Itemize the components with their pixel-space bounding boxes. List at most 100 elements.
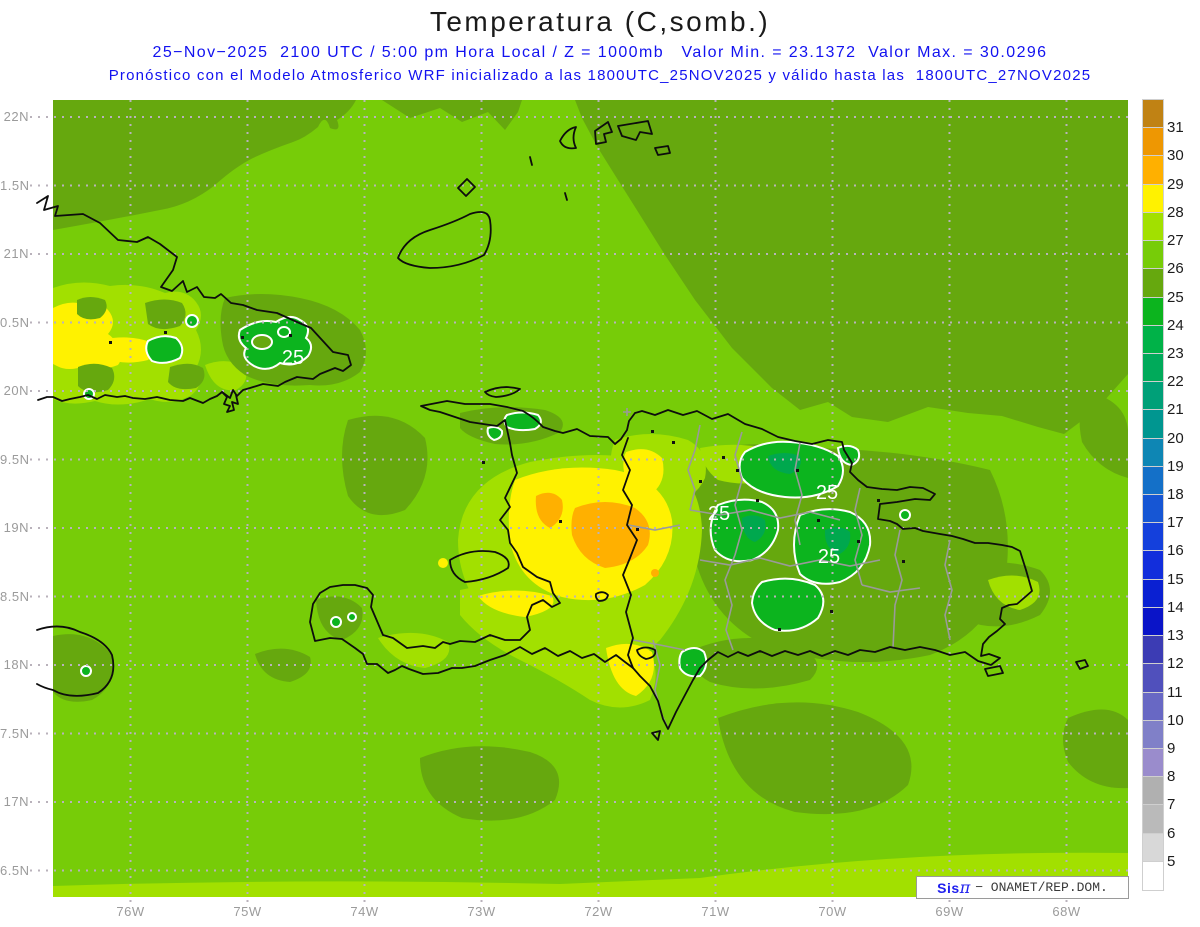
olive-patch [168, 363, 205, 390]
cool-patch [486, 426, 504, 442]
colorbar-tick-label: 7 [1167, 796, 1176, 814]
y-tick-label: 1.5N [0, 177, 30, 193]
station-dot [559, 520, 562, 523]
colorbar-tick-label: 31 [1167, 119, 1184, 137]
x-tick-label: 69W [935, 904, 964, 919]
cool-patch [347, 612, 357, 622]
colorbar-cell [1142, 381, 1164, 412]
colorbar-tick-label: 14 [1167, 598, 1184, 616]
station-dot [877, 499, 880, 502]
cool-patch-hole [251, 334, 273, 350]
credit-onamet-label: − ONAMET/REP.DOM. [975, 880, 1108, 895]
y-tick-label: 17N [3, 794, 29, 809]
colorbar-cell [1142, 240, 1164, 271]
colorbar-cell [1142, 804, 1164, 835]
orange-patch [651, 569, 659, 577]
colorbar-cell [1142, 296, 1164, 327]
weather-map-page: Temperatura (C,somb.) 25−Nov−2025 2100 U… [0, 0, 1200, 927]
cool-patch [678, 647, 708, 678]
station-dot [241, 336, 244, 339]
y-tick-label: 6.5N [0, 862, 30, 878]
colorbar-cell [1142, 550, 1164, 581]
station-dot [289, 334, 292, 337]
colorbar-cell [1142, 691, 1164, 722]
x-tick-label: 73W [467, 904, 496, 919]
colorbar-tick-label: 24 [1167, 316, 1184, 334]
station-dot [109, 341, 112, 344]
station-dot [722, 456, 725, 459]
station-dot [636, 528, 639, 531]
colorbar-cell [1142, 747, 1164, 779]
colorbar-tick-label: 15 [1167, 570, 1184, 588]
colorbar-tick-label: 27 [1167, 232, 1184, 250]
colorbar-cell [1142, 98, 1164, 130]
credit-sis-label: Sis [937, 879, 960, 896]
cool-patch [185, 314, 199, 328]
colorbar-tick-label: 11 [1167, 683, 1183, 701]
colorbar-tick-label: 10 [1167, 711, 1184, 729]
y-tick-label: 21N [3, 246, 29, 261]
station-dot [482, 461, 485, 464]
colorbar-tick-label: 22 [1167, 373, 1184, 391]
y-tick-label: 7.5N [0, 725, 30, 741]
colorbar-cell [1142, 860, 1164, 891]
station-dot [830, 610, 833, 613]
station-dot [736, 469, 739, 472]
colorbar-tick-label: 13 [1167, 627, 1184, 645]
yellow-patch [438, 558, 448, 568]
cool-patch [145, 335, 184, 364]
cool-patch [503, 411, 542, 432]
colorbar-tick-label: 9 [1167, 739, 1176, 757]
cool-patch [750, 577, 825, 632]
colorbar-cell [1142, 324, 1164, 355]
colorbar-cell [1142, 155, 1164, 186]
x-tick-label: 68W [1052, 904, 1081, 919]
y-tick-label: 18N [3, 657, 29, 672]
colorbar-tick-label: 5 [1167, 852, 1176, 870]
colorbar-cell [1142, 719, 1164, 750]
olive-patch [78, 363, 115, 393]
station-dot [796, 469, 799, 472]
colorbar-tick-label: 19 [1167, 457, 1184, 475]
y-tick-label: 22N [3, 109, 29, 124]
x-tick-label: 76W [116, 904, 145, 919]
colorbar-cell [1142, 493, 1164, 525]
temperature-map: 25 25 25 25 [30, 100, 1128, 903]
station-dot [857, 540, 860, 543]
station-dot [672, 441, 675, 444]
contour-label-25: 25 [282, 347, 304, 369]
y-tick-label: 9.5N [0, 451, 30, 467]
colorbar-tick-label: 6 [1167, 824, 1176, 842]
colorbar-tick-label: 25 [1167, 288, 1184, 306]
colorbar-cell [1142, 606, 1164, 638]
colorbar-cell [1142, 578, 1164, 609]
y-tick-label: 19N [3, 520, 29, 535]
x-tick-label: 74W [350, 904, 379, 919]
colorbar-tick-label: 18 [1167, 486, 1184, 503]
credit-box: Sis π − ONAMET/REP.DOM. [916, 876, 1129, 899]
contour-label-25: 25 [818, 546, 840, 568]
colorbar-cell [1142, 211, 1164, 243]
contour-label-25: 25 [816, 482, 838, 504]
cool-patch [80, 665, 92, 677]
colorbar-cell [1142, 127, 1164, 158]
colorbar-tick-label: 26 [1167, 260, 1184, 278]
station-dot [756, 499, 759, 502]
colorbar-cell [1142, 522, 1164, 553]
colorbar-cell [1142, 409, 1164, 440]
x-tick-label: 70W [818, 904, 847, 919]
station-dot [778, 628, 781, 631]
olive-patch [145, 299, 186, 330]
y-tick-label: 0.5N [0, 314, 30, 330]
colorbar-tick-label: 30 [1167, 147, 1184, 165]
station-dot [699, 480, 702, 483]
colorbar-tick-label: 16 [1167, 542, 1184, 560]
station-dot [817, 519, 820, 522]
pi-icon: π [959, 877, 971, 897]
cool-patch [899, 509, 911, 521]
colorbar-tick-label: 23 [1167, 344, 1184, 362]
colorbar-tick-label: 8 [1167, 768, 1176, 786]
colorbar-tick-label: 17 [1167, 514, 1184, 532]
colorbar-tick-label: 12 [1167, 655, 1184, 673]
colorbar-cell [1142, 352, 1164, 384]
